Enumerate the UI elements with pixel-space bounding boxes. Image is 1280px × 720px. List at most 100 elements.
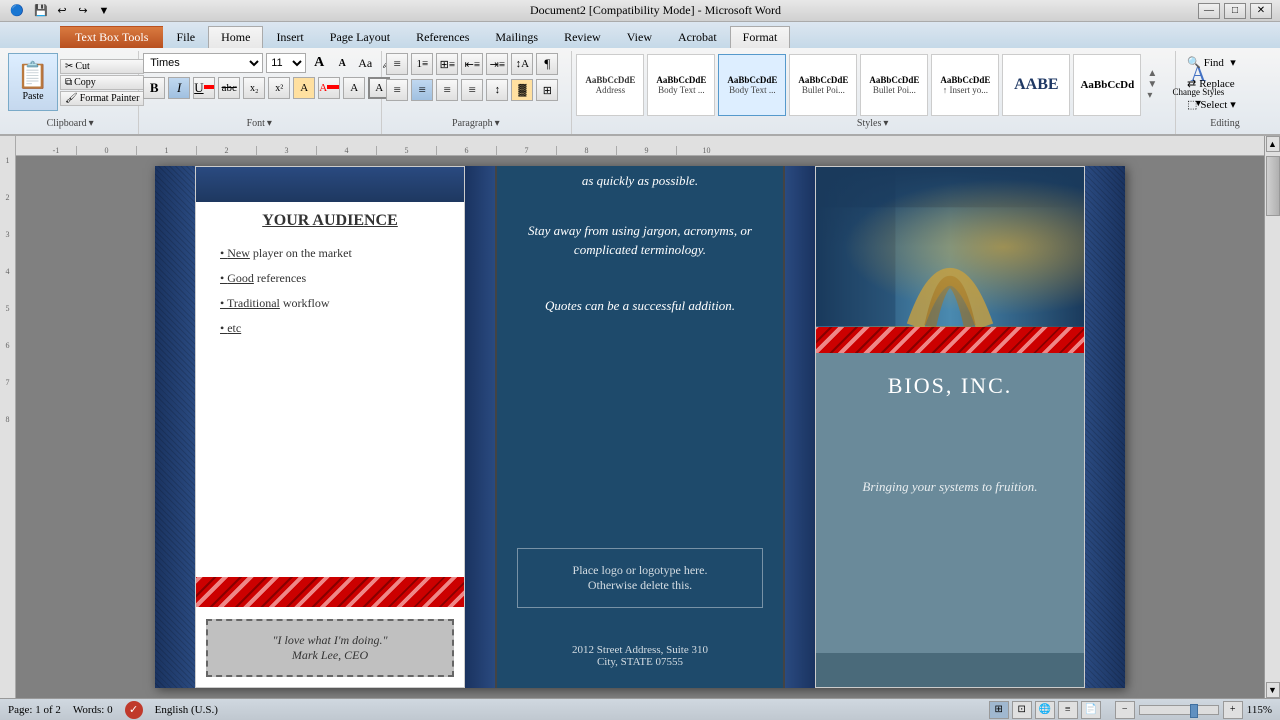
font-size-select[interactable]: 11: [266, 53, 306, 73]
tab-pagelayout[interactable]: Page Layout: [317, 26, 403, 48]
tab-review[interactable]: Review: [551, 26, 614, 48]
cut-button[interactable]: ✂ Cut: [60, 59, 144, 74]
document-canvas[interactable]: YOUR AUDIENCE • New player on the market…: [16, 156, 1264, 698]
brochure: YOUR AUDIENCE • New player on the market…: [155, 166, 1125, 688]
bold-button[interactable]: B: [143, 77, 165, 99]
panel-3[interactable]: BIOS, INC. Bringing your systems to frui…: [815, 166, 1085, 688]
close-button[interactable]: ✕: [1250, 3, 1272, 19]
shading-button[interactable]: ▓: [511, 79, 533, 101]
save-button[interactable]: 💾: [32, 2, 50, 20]
style-address[interactable]: AaBbCcDdE Address: [576, 54, 644, 116]
scroll-up-button[interactable]: ▲: [1266, 136, 1280, 152]
strikethrough-button[interactable]: abc: [218, 77, 240, 99]
paragraph-controls: ≡ 1≡ ⊞≡ ⇤≡ ⇥≡ ↕A ¶ ≡ ≡ ≡ ≡ ↕ ▓ ⊞: [386, 53, 558, 116]
office-button[interactable]: 🔵: [8, 2, 26, 20]
tab-textboxtools[interactable]: Text Box Tools: [60, 26, 163, 48]
scroll-down-button[interactable]: ▼: [1266, 682, 1280, 698]
change-case-button[interactable]: Aa: [355, 53, 375, 73]
font-name-select[interactable]: Times: [143, 53, 263, 73]
align-center-button[interactable]: ≡: [411, 79, 433, 101]
format-painter-button[interactable]: 🖌 Format Painter: [60, 91, 144, 106]
styles-expand-icon[interactable]: ▾: [883, 118, 888, 129]
font-grow-button[interactable]: A: [309, 53, 329, 73]
gallery-up-button[interactable]: ▲: [1147, 68, 1163, 79]
style-bodytext1[interactable]: AaBbCcDdE Body Text ...: [647, 54, 715, 116]
undo-button[interactable]: ↩: [53, 2, 71, 20]
align-right-button[interactable]: ≡: [436, 79, 458, 101]
multilevel-button[interactable]: ⊞≡: [436, 53, 458, 75]
minimize-button[interactable]: —: [1198, 3, 1220, 19]
panel-2-logo[interactable]: Place logo or logotype here. Otherwise d…: [517, 548, 763, 608]
tab-references[interactable]: References: [403, 26, 482, 48]
style-heading-preview: AABE: [1014, 76, 1058, 94]
vertical-scrollbar[interactable]: ▲ ▼: [1264, 136, 1280, 698]
subscript-button[interactable]: x₂: [243, 77, 265, 99]
clipboard-expand-icon[interactable]: ▾: [89, 118, 94, 129]
replace-button[interactable]: ⇄ Replace: [1180, 74, 1243, 93]
panel-1[interactable]: YOUR AUDIENCE • New player on the market…: [195, 166, 465, 688]
justify-button[interactable]: ≡: [461, 79, 483, 101]
indent-decrease-button[interactable]: ⇤≡: [461, 53, 483, 75]
panel-1-content[interactable]: YOUR AUDIENCE • New player on the market…: [196, 202, 464, 356]
char-shading-button[interactable]: A: [343, 77, 365, 99]
view-draft-button[interactable]: 📄: [1081, 701, 1101, 719]
align-left-button[interactable]: ≡: [386, 79, 408, 101]
more-button[interactable]: ▼: [95, 2, 113, 20]
view-print-button[interactable]: ⊞: [989, 701, 1009, 719]
font-shrink-button[interactable]: A: [332, 53, 352, 73]
left-dark-sidebar: [155, 166, 195, 688]
panel-1-quote[interactable]: "I love what I'm doing." Mark Lee, CEO: [206, 619, 454, 677]
gallery-nav[interactable]: ▲ ▼ ▾: [1147, 68, 1163, 101]
tab-file[interactable]: File: [163, 26, 208, 48]
spell-check-icon[interactable]: ✓: [125, 701, 143, 719]
style-bodytext2[interactable]: AaBbCcDdE Body Text ...: [718, 54, 786, 116]
indent-increase-button[interactable]: ⇥≡: [486, 53, 508, 75]
find-button[interactable]: 🔍 Find ▾: [1180, 53, 1243, 72]
line-spacing-button[interactable]: ↕: [486, 79, 508, 101]
view-web-button[interactable]: 🌐: [1035, 701, 1055, 719]
zoom-controls: − + 115%: [1115, 701, 1272, 719]
underline-button[interactable]: U: [193, 77, 215, 99]
panel-2[interactable]: as quickly as possible. Stay away from u…: [495, 166, 785, 688]
scroll-thumb[interactable]: [1266, 156, 1280, 216]
numbering-button[interactable]: 1≡: [411, 53, 433, 75]
select-button[interactable]: ⬚ Select ▾: [1180, 95, 1243, 114]
show-hide-button[interactable]: ¶: [536, 53, 558, 75]
view-fullscreen-button[interactable]: ⊡: [1012, 701, 1032, 719]
sort-button[interactable]: ↕A: [511, 53, 533, 75]
view-outline-button[interactable]: ≡: [1058, 701, 1078, 719]
font-color-button[interactable]: A: [318, 77, 340, 99]
clipboard-group-label: Clipboard ▾: [8, 116, 132, 130]
style-bulletpoi1[interactable]: AaBbCcDdE Bullet Poi...: [789, 54, 857, 116]
redo-button[interactable]: ↪: [74, 2, 92, 20]
select-dropdown[interactable]: ▾: [1230, 98, 1236, 111]
style-insertyour[interactable]: AaBbCcDdE ↑ Insert yo...: [931, 54, 999, 116]
highlight-button[interactable]: A: [293, 77, 315, 99]
tab-insert[interactable]: Insert: [263, 26, 316, 48]
zoom-slider-thumb[interactable]: [1190, 704, 1198, 718]
bullets-button[interactable]: ≡: [386, 53, 408, 75]
ruler-left: 1 2 3 4 5 6 7 8: [0, 136, 16, 698]
style-bulletpoi2[interactable]: AaBbCcDdE Bullet Poi...: [860, 54, 928, 116]
tab-mailings[interactable]: Mailings: [482, 26, 551, 48]
gallery-down-button[interactable]: ▼: [1147, 79, 1163, 90]
zoom-in-button[interactable]: +: [1223, 701, 1243, 719]
tab-acrobat[interactable]: Acrobat: [665, 26, 730, 48]
paste-button[interactable]: 📋 Paste: [8, 53, 58, 111]
find-dropdown[interactable]: ▾: [1230, 56, 1236, 69]
borders-button[interactable]: ⊞: [536, 79, 558, 101]
style-normal[interactable]: AaBbCcDd: [1073, 54, 1141, 116]
tab-format[interactable]: Format: [730, 26, 791, 48]
copy-button[interactable]: ⧉ Copy: [60, 75, 144, 90]
tab-home[interactable]: Home: [208, 26, 263, 48]
italic-button[interactable]: I: [168, 77, 190, 99]
gallery-more-button[interactable]: ▾: [1147, 90, 1163, 101]
zoom-slider[interactable]: [1139, 705, 1219, 715]
style-heading[interactable]: AABE: [1002, 54, 1070, 116]
superscript-button[interactable]: x²: [268, 77, 290, 99]
zoom-out-button[interactable]: −: [1115, 701, 1135, 719]
paragraph-expand-icon[interactable]: ▾: [495, 118, 500, 129]
font-expand-icon[interactable]: ▾: [267, 118, 272, 129]
tab-view[interactable]: View: [614, 26, 665, 48]
maximize-button[interactable]: □: [1224, 3, 1246, 19]
